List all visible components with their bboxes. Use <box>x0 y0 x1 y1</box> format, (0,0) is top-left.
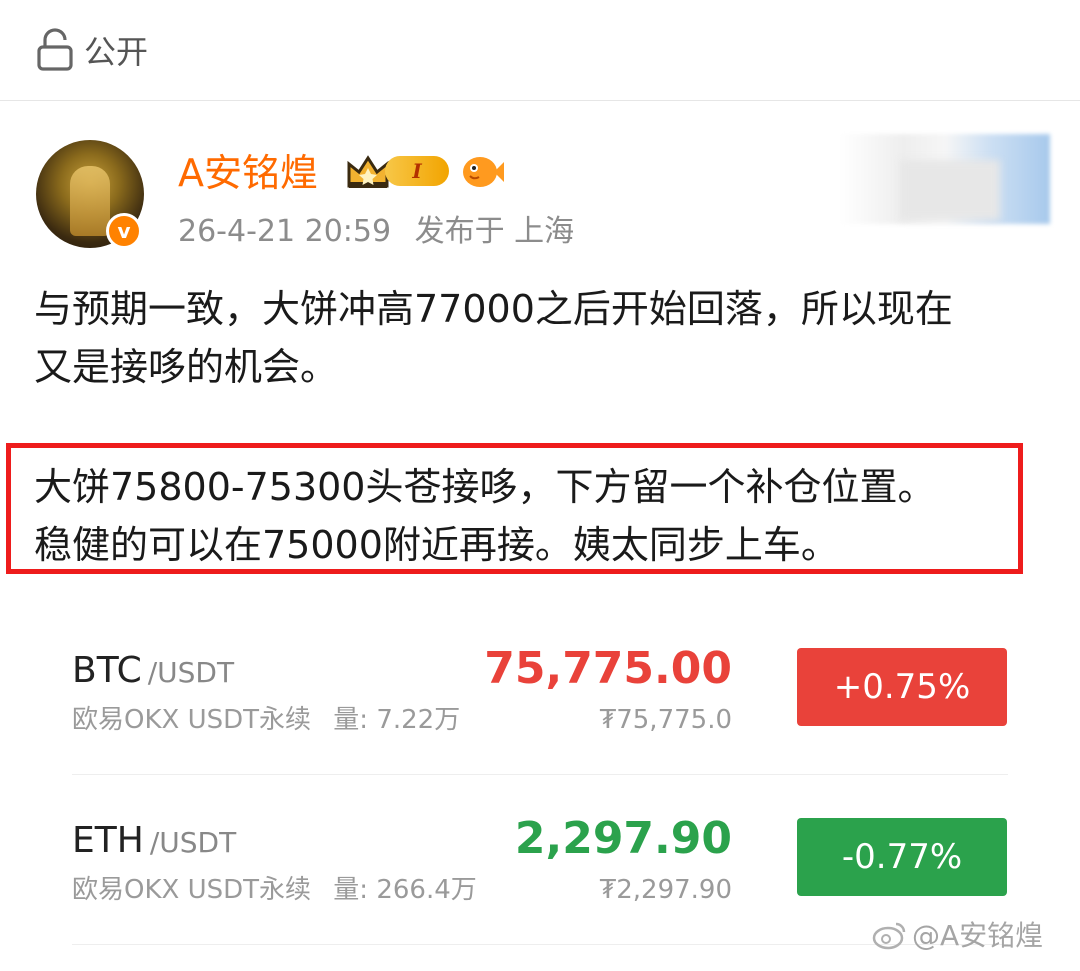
ticker-exchange-info: 欧易OKX USDT永续 量: 7.22万 <box>72 702 460 738</box>
ticker-price: 2,297.90 <box>514 813 732 864</box>
ticker-change-button[interactable]: +0.75% <box>797 648 1007 726</box>
visibility-label: 公开 <box>84 33 149 71</box>
blurred-follow-area-overlay <box>900 160 1000 220</box>
ticker-symbol-name: BTC <box>72 650 142 691</box>
avatar-figure <box>70 166 110 236</box>
ticker-price-secondary: ₮2,297.90 <box>599 875 732 905</box>
verified-badge-icon: v <box>106 213 142 249</box>
ticker-card-btc[interactable]: BTC/USDT 欧易OKX USDT永续 量: 7.22万 75,775.00… <box>0 643 1080 788</box>
ticker-exchange-info: 欧易OKX USDT永续 量: 266.4万 <box>72 872 477 908</box>
ticker-exchange: 欧易OKX USDT永续 <box>72 705 312 735</box>
ticker-exchange: 欧易OKX USDT永续 <box>72 875 312 905</box>
post-meta: 26-4-21 20:59 发布于 上海 <box>178 212 574 252</box>
ticker-price-secondary: ₮75,775.0 <box>599 705 732 735</box>
crown-badge-icon[interactable] <box>345 152 391 196</box>
post-location: 发布于 上海 <box>414 214 575 249</box>
ticker-change-button[interactable]: -0.77% <box>797 818 1007 896</box>
post-line-1: 与预期一致，大饼冲高77000之后开始回落，所以现在 <box>34 287 953 331</box>
ticker-price: 75,775.00 <box>484 643 732 694</box>
lock-icon <box>36 28 74 76</box>
ticker-symbol: BTC/USDT <box>72 648 234 696</box>
visibility-bar[interactable]: 公开 <box>0 0 1080 101</box>
post-time: 26-4-21 20:59 <box>178 214 392 249</box>
ticker-volume: 量: 266.4万 <box>333 875 477 905</box>
fish-badge-icon[interactable] <box>460 152 504 196</box>
post-body: 与预期一致，大饼冲高77000之后开始回落，所以现在 又是接哆的机会。 <box>34 280 1054 396</box>
highlight-text: 大饼75800-75300头苍接哆，下方留一个补仓位置。 稳健的可以在75000… <box>34 458 1024 574</box>
weibo-post-page: 公开 v A安铭煌 I 26-4-21 20:59 发布于 上海 与预期一致，大… <box>0 0 1080 971</box>
highlight-line-2: 稳健的可以在75000附近再接。姨太同步上车。 <box>34 523 839 567</box>
ticker-symbol-name: ETH <box>72 820 144 861</box>
ticker-volume: 量: 7.22万 <box>333 705 461 735</box>
ticker-quote-currency: /USDT <box>149 826 237 859</box>
post-line-2: 又是接哆的机会。 <box>34 345 339 389</box>
level-badge[interactable]: I <box>385 156 449 186</box>
author-name[interactable]: A安铭煌 <box>178 148 318 198</box>
weibo-icon <box>872 920 908 954</box>
row-divider <box>72 774 1008 775</box>
ticker-quote-currency: /USDT <box>147 656 235 689</box>
watermark-text: @A安铭煌 <box>912 919 1044 952</box>
row-divider <box>72 944 1008 945</box>
ticker-symbol: ETH/USDT <box>72 818 236 866</box>
highlight-line-1: 大饼75800-75300头苍接哆，下方留一个补仓位置。 <box>34 465 936 509</box>
